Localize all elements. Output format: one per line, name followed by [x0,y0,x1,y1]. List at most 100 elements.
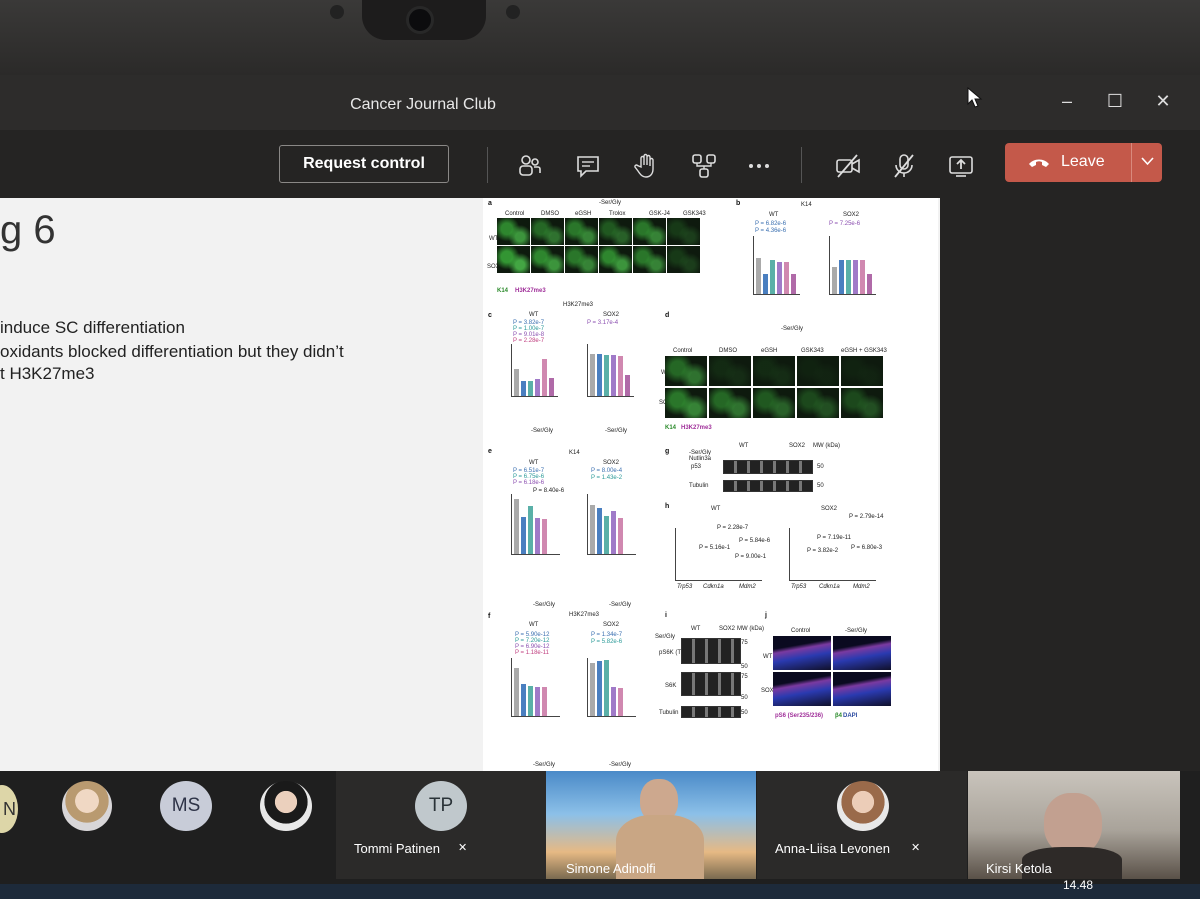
group-label: SOX2 [789,443,806,449]
p-value: P = 4.36e-6 [755,228,787,234]
divider [487,147,488,183]
band-label: S6K [665,683,677,689]
participant-tile[interactable] [58,771,118,879]
maximize-button[interactable]: ☐ [1098,88,1132,114]
band-label: p53 [691,464,702,470]
bar [846,260,851,294]
chat-icon[interactable] [575,153,601,179]
bar [770,260,775,294]
mw-value: 75 [741,640,748,646]
bar [590,662,595,716]
column-label: Control [673,348,693,354]
avatar: TP [415,781,467,831]
group-label: SOX2 [603,622,620,628]
gene-label: Cdkn1a [703,584,724,590]
column-label: Control [791,628,811,634]
microscopy-image [531,218,564,245]
participant-tile[interactable]: MS [158,771,218,879]
bar [597,354,602,396]
microscopy-image [665,356,707,386]
leave-label: Leave [1061,153,1105,170]
microscopy-image [797,356,839,386]
clock: 14.48 [1063,878,1094,892]
hang-up-icon [1029,159,1049,167]
close-button[interactable]: ✕ [1146,88,1180,114]
microscopy-image [753,388,795,418]
microscopy-image [833,636,891,670]
bar [611,510,616,554]
participant-video[interactable]: Simone Adinolfi [546,771,756,879]
breakout-rooms-icon[interactable] [691,153,717,179]
stain-label: DAPI [843,713,858,719]
p-value: P = 6.18e-6 [513,480,545,486]
group-label: -Ser/Gly [531,428,554,434]
microscopy-image [531,246,564,273]
panel-label: d [665,312,670,319]
microphone-muted-icon[interactable] [891,153,917,179]
minimize-button[interactable]: – [1050,88,1084,114]
bar [535,687,540,716]
gene-label: Trp53 [791,584,807,590]
share-screen-icon[interactable] [948,153,974,179]
avatar: MS [160,781,212,831]
group-label: SOX2 [719,626,736,632]
microphone-muted-icon: ✕ [911,842,921,854]
bar [763,274,768,294]
mw-value: 50 [741,695,748,701]
slide-title: g 6 [0,208,56,252]
participant-tile[interactable] [258,771,318,879]
camera-off-icon[interactable] [835,153,861,179]
bar [521,516,526,554]
column-label: GSK343 [683,211,706,217]
group-label: -Ser/Gly [533,602,556,608]
sensor [330,5,344,19]
blot-band [681,638,741,664]
microscopy-image [565,246,598,273]
p-value: P = 8.00e-4 [591,468,623,474]
request-control-button[interactable]: Request control [279,145,449,183]
p-value: P = 1.43e-2 [591,475,623,481]
group-label: -Ser/Gly [533,762,556,768]
bar-plot [675,528,762,581]
participant-name: Simone Adinolfi [566,861,656,876]
blot-band [681,672,741,696]
sensor [506,5,520,19]
participants-icon[interactable] [517,153,543,179]
bar [549,378,554,396]
taskbar: 14.48 [0,878,1200,899]
participant-tile[interactable]: TP Tommi Patinen ✕ [336,771,546,879]
group-label: SOX2 [821,506,838,512]
group-label: WT [711,506,721,512]
mw-value: 50 [741,664,748,670]
panel-label: j [765,612,767,619]
bar [860,260,865,294]
bar [528,685,533,716]
group-label: SOX2 [843,212,860,218]
group-label: SOX2 [603,460,620,466]
participant-video[interactable]: Kirsi Ketola [968,771,1180,879]
leave-button[interactable]: Leave [1005,143,1162,182]
participant-tile[interactable]: Anna-Liisa Levonen ✕ [757,771,967,879]
bar [604,355,609,396]
slide-bullet: oxidants blocked differentiation but the… [0,342,344,361]
raise-hand-icon[interactable] [633,153,659,179]
shared-slide: g 6 induce SC differentiation oxidants b… [0,198,940,771]
microscopy-image [665,388,707,418]
bar [528,506,533,554]
bar [597,661,602,716]
more-options-icon[interactable] [746,153,772,179]
microscopy-image [709,388,751,418]
microscopy-image [497,218,530,245]
leave-options-button[interactable] [1131,143,1163,182]
bar [756,258,761,294]
panel-label: i [665,612,667,619]
panel-label: f [488,613,491,620]
p-value: P = 2.79e-14 [849,514,884,520]
bar-plot [789,528,876,581]
blot-band [681,706,741,718]
mw-label: MW (kDa) [737,626,764,632]
column-label: Control [505,211,525,217]
blot-band [723,460,813,474]
stain-label: H3K27me3 [515,288,546,294]
group-label: WT [529,622,539,628]
